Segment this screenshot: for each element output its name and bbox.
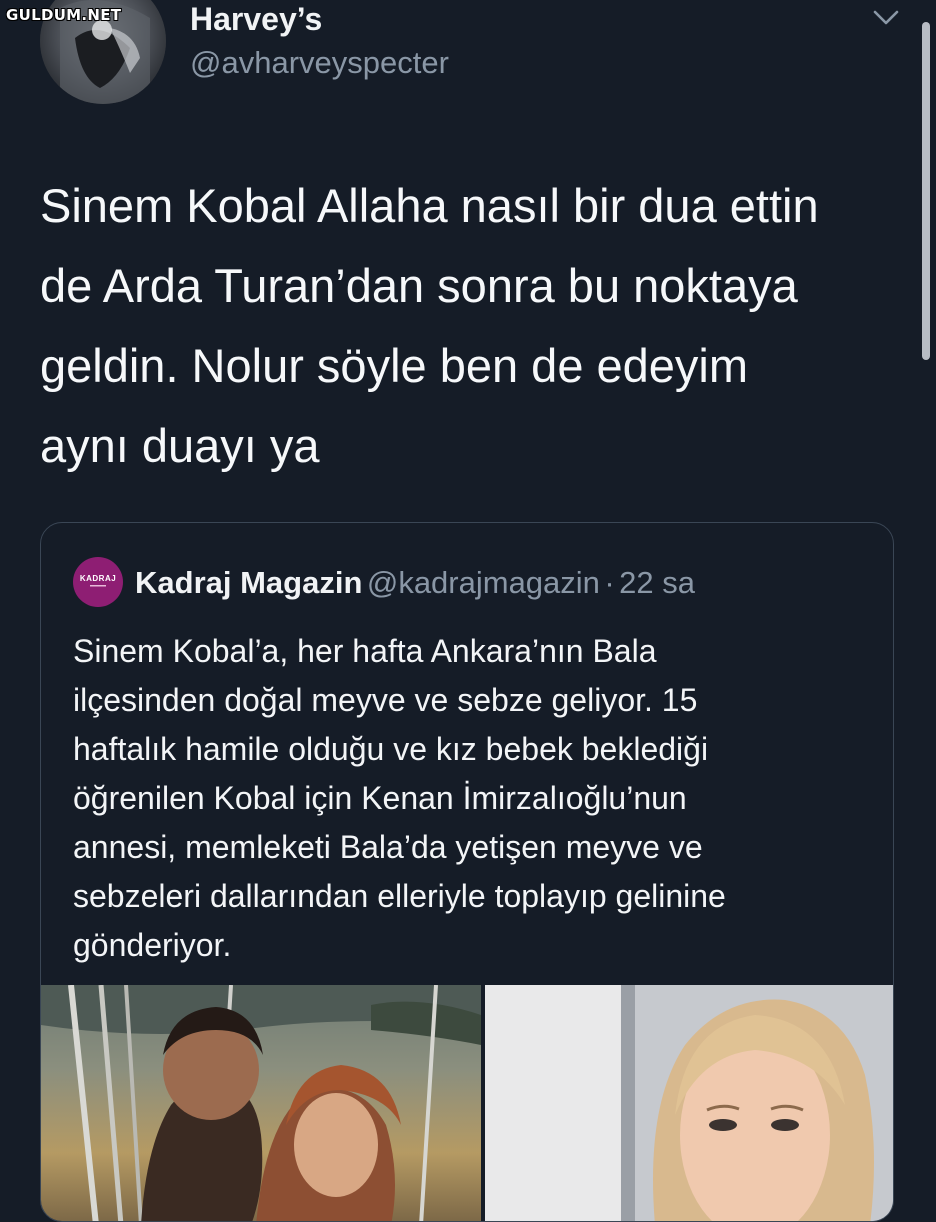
author-name[interactable]: Harvey’s (190, 0, 322, 38)
scrollbar-thumb[interactable] (922, 22, 930, 360)
couple-on-boat-photo (41, 985, 481, 1221)
quoted-media-photo-right[interactable] (485, 985, 893, 1221)
author-handle[interactable]: @avharveyspecter (190, 44, 449, 82)
quoted-tweet-time[interactable]: 22 sa (619, 565, 695, 600)
chevron-down-icon[interactable] (872, 8, 900, 28)
quoted-tweet-header: Kadraj Magazin @kadrajmagazin · 22 sa (135, 563, 695, 609)
kadraj-logo-text: KADRAJ (79, 574, 117, 583)
quoted-author-avatar[interactable]: KADRAJ (73, 557, 123, 607)
quoted-tweet-text: Sinem Kobal’a, her hafta Ankara’nın Bala… (73, 633, 726, 963)
quoted-author-handle[interactable]: @kadrajmagazin (367, 565, 600, 600)
quoted-author-name[interactable]: Kadraj Magazin (135, 565, 362, 600)
quoted-tweet-card[interactable]: KADRAJ Kadraj Magazin @kadrajmagazin · 2… (40, 522, 894, 1222)
meta-separator: · (604, 565, 615, 600)
tweet-text: Sinem Kobal Allaha nasıl bir dua ettin d… (40, 179, 819, 472)
quoted-media-photo-left[interactable] (41, 985, 481, 1221)
watermark: GULDUM.NET (6, 6, 122, 24)
kadraj-logo-underline (90, 585, 106, 587)
woman-portrait-photo (485, 985, 893, 1221)
